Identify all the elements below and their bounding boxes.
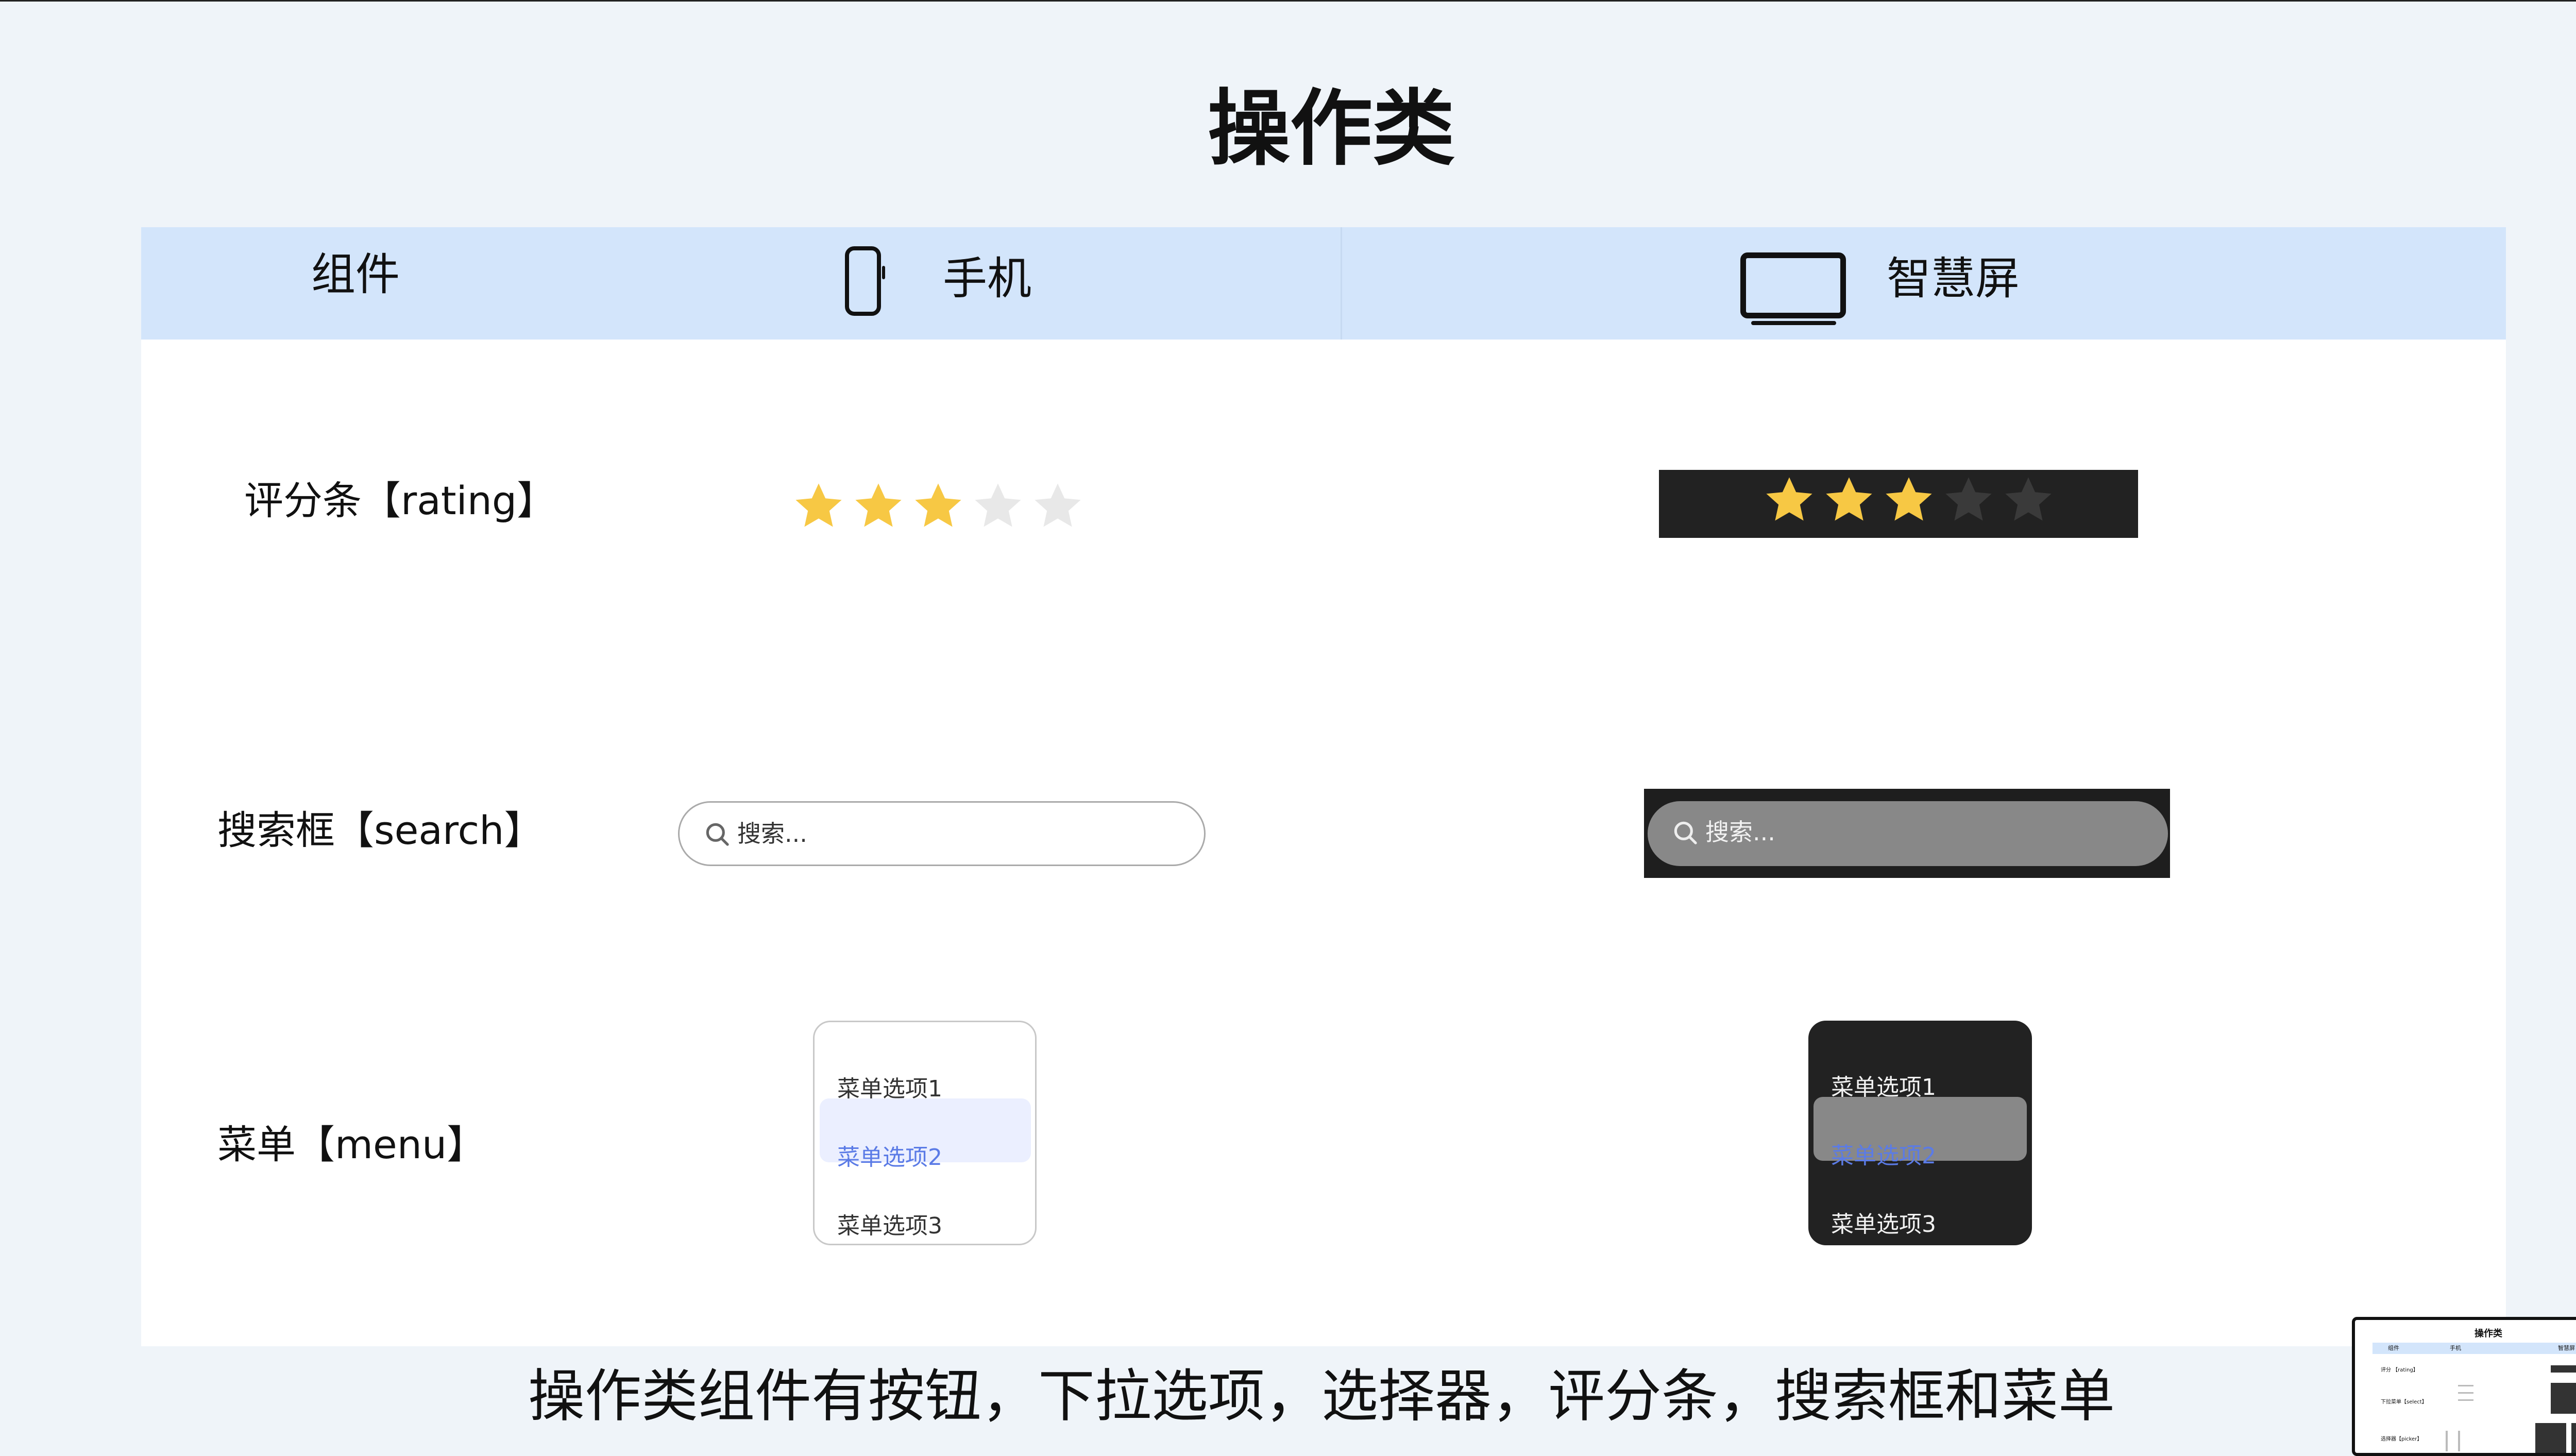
star-filled-icon[interactable]	[1823, 474, 1875, 527]
thumb-tv-preview	[2571, 1423, 2576, 1453]
table-header	[141, 227, 2506, 340]
menu-item-2[interactable]: 菜单选项2	[1808, 1125, 2032, 1187]
tv-icon	[1740, 252, 1846, 325]
thumb-col-component: 组件	[2388, 1345, 2399, 1351]
star-filled-icon[interactable]	[1763, 474, 1816, 527]
thumb-phone-preview	[2458, 1399, 2473, 1401]
star-filled-icon[interactable]	[852, 480, 905, 533]
slide-caption: 操作类组件有按钮，下拉选项，选择器，评分条，搜索框和菜单	[528, 1363, 2115, 1429]
tv-rating[interactable]	[1763, 474, 2055, 527]
star-empty-icon[interactable]	[972, 480, 1024, 533]
thumb-title: 操作类	[2475, 1328, 2502, 1339]
thumb-phone-preview	[2458, 1385, 2473, 1386]
search-icon	[706, 823, 729, 846]
thumb-col-tv: 智慧屏	[2558, 1345, 2575, 1351]
comparison-table	[141, 227, 2506, 1346]
thumb-tv-preview	[2551, 1365, 2576, 1373]
thumb-tv-preview	[2535, 1423, 2566, 1453]
phone-icon	[845, 246, 885, 316]
header-tv: 智慧屏	[1887, 253, 2020, 304]
star-empty-icon[interactable]	[1031, 480, 1084, 533]
menu-item-1[interactable]: 菜单选项1	[815, 1058, 1035, 1120]
thumb-header: 组件 手机 智慧屏	[2372, 1343, 2576, 1354]
thumb-col-phone: 手机	[2450, 1345, 2461, 1351]
thumb-row-2: 下拉菜单【select】	[2381, 1399, 2427, 1405]
top-border	[0, 0, 2576, 2]
star-filled-icon[interactable]	[792, 480, 845, 533]
star-empty-icon[interactable]	[2002, 474, 2055, 527]
phone-search-input[interactable]: 搜索...	[678, 801, 1206, 866]
thumb-row-3: 选择器【picker】	[2381, 1436, 2422, 1442]
thumb-tv-preview	[2551, 1383, 2576, 1414]
search-label: 搜索框【search】	[217, 807, 544, 853]
tv-menu: 菜单选项1 菜单选项2 菜单选项3	[1808, 1021, 2032, 1245]
slide-thumbnail[interactable]: 操作类 组件 手机 智慧屏 评分 【rating】 下拉菜单【select】 选…	[2352, 1317, 2576, 1456]
thumb-row-1: 评分 【rating】	[2381, 1367, 2418, 1373]
menu-item-1[interactable]: 菜单选项1	[1808, 1057, 2032, 1119]
menu-item-3[interactable]: 菜单选项3	[1808, 1194, 2032, 1256]
header-phone: 手机	[943, 253, 1031, 304]
star-empty-icon[interactable]	[1942, 474, 1995, 527]
menu-item-3[interactable]: 菜单选项3	[815, 1195, 1035, 1257]
rating-label: 评分条【rating】	[244, 478, 556, 523]
header-component: 组件	[311, 249, 400, 300]
page-title: 操作类	[1207, 80, 1455, 177]
star-filled-icon[interactable]	[912, 480, 964, 533]
phone-rating[interactable]	[792, 480, 1084, 533]
thumb-phone-preview	[2458, 1431, 2460, 1451]
search-placeholder: 搜索...	[1705, 818, 1775, 846]
menu-label: 菜单【menu】	[217, 1122, 486, 1167]
thumb-phone-preview	[2446, 1431, 2448, 1451]
header-divider	[1341, 227, 1342, 340]
thumb-phone-preview	[2458, 1392, 2473, 1394]
search-placeholder: 搜索...	[737, 820, 807, 848]
phone-menu: 菜单选项1 菜单选项2 菜单选项3	[813, 1021, 1037, 1245]
menu-item-2[interactable]: 菜单选项2	[815, 1127, 1035, 1189]
tv-search-input[interactable]: 搜索...	[1648, 801, 2168, 866]
search-icon	[1674, 821, 1697, 844]
star-filled-icon[interactable]	[1883, 474, 1935, 527]
